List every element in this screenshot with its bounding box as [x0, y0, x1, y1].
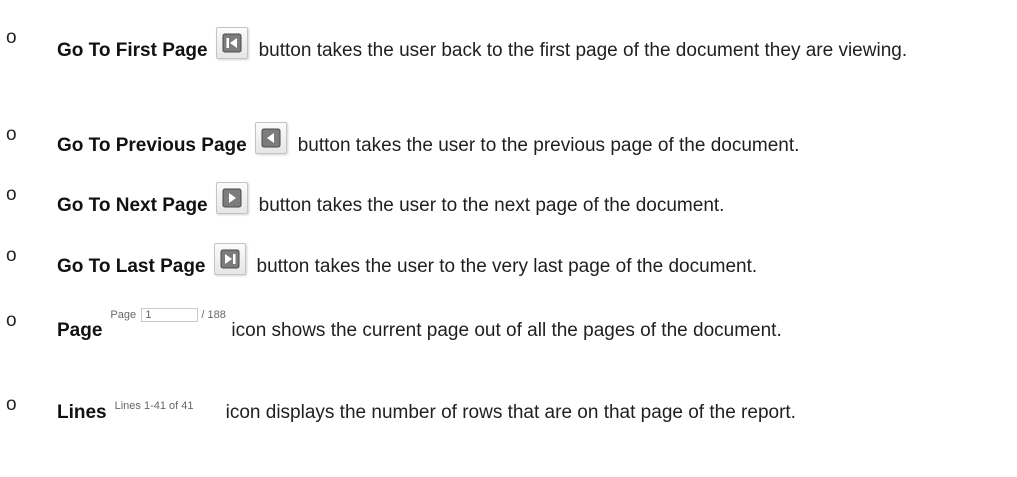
- lines-count-widget: Lines 1-41 of 41: [114, 400, 194, 412]
- bullet-marker: o: [6, 245, 17, 266]
- first-page-icon: [215, 27, 248, 59]
- item-term: Lines: [57, 402, 107, 423]
- previous-page-icon: [254, 122, 287, 154]
- item-description: button takes the user to the very last p…: [256, 256, 758, 277]
- last-page-icon: [213, 243, 246, 275]
- bullet-marker: o: [6, 27, 17, 48]
- item-term: Go To Last Page: [57, 256, 206, 277]
- bullet-marker: o: [6, 394, 17, 415]
- bullet-marker: o: [6, 124, 17, 145]
- bullet-marker: o: [6, 184, 17, 205]
- item-description: icon displays the number of rows that ar…: [225, 402, 796, 423]
- page-indicator-label: Page: [110, 309, 137, 321]
- item-term: Go To First Page: [57, 40, 208, 61]
- item-description: button takes the user back to the first …: [258, 40, 908, 61]
- next-page-icon: [215, 182, 248, 214]
- bullet-marker: o: [6, 310, 17, 331]
- item-description: icon shows the current page out of all t…: [231, 320, 782, 341]
- item-term: Page: [57, 320, 103, 341]
- page-total-count: / 188: [201, 309, 226, 321]
- page-number-field: 1: [141, 308, 199, 322]
- item-description: button takes the user to the next page o…: [258, 195, 725, 216]
- item-description: button takes the user to the previous pa…: [297, 135, 800, 156]
- page-indicator-widget: Page 1 / 188: [110, 308, 226, 330]
- item-term: Go To Next Page: [57, 195, 208, 216]
- item-term: Go To Previous Page: [57, 135, 247, 156]
